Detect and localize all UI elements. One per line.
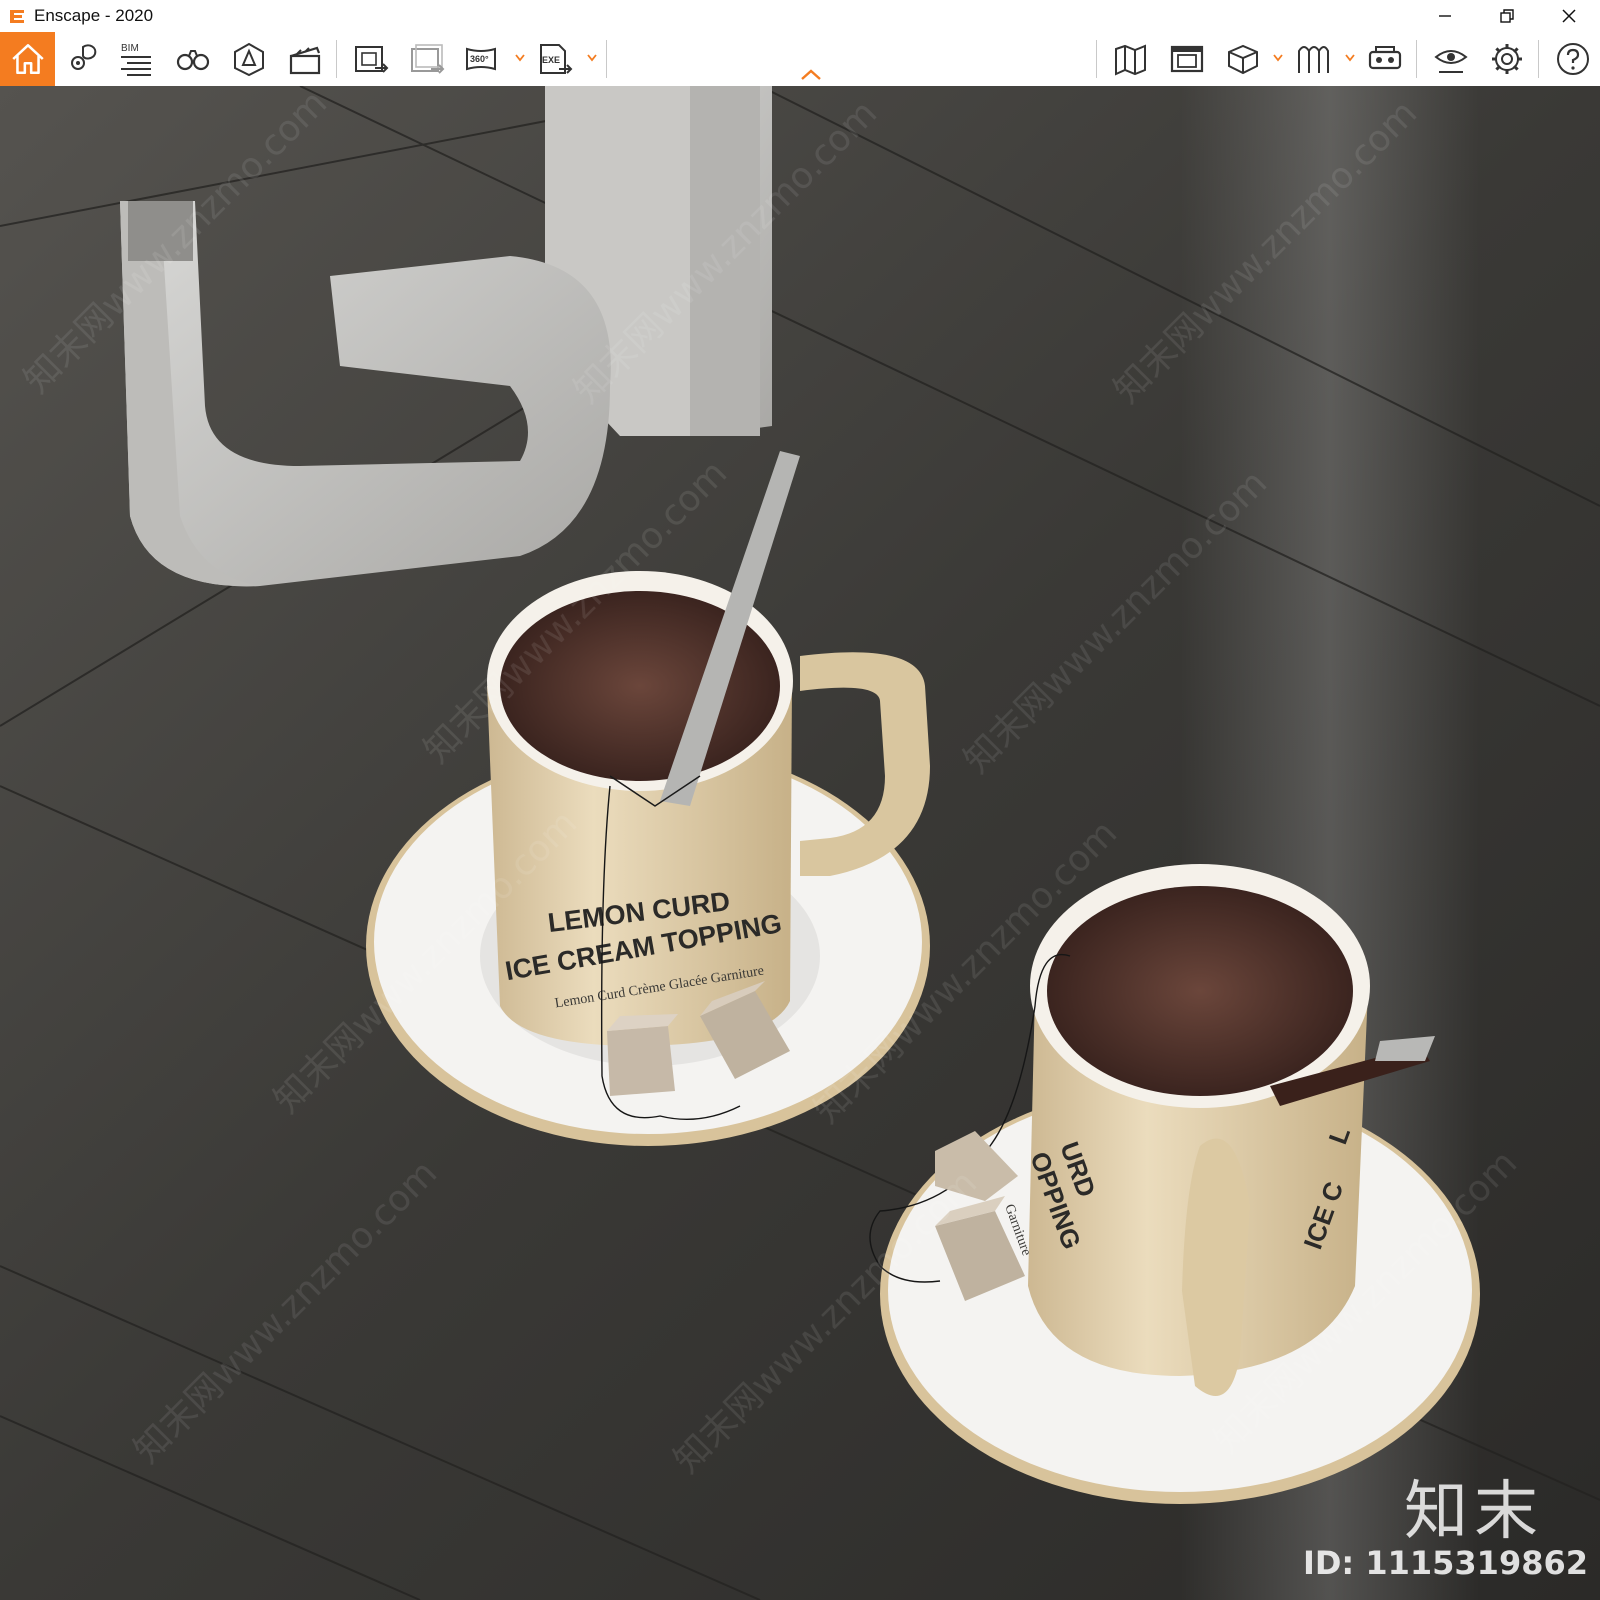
exe-export-icon: EXE — [540, 44, 573, 74]
vr-headset-button[interactable] — [1362, 37, 1408, 81]
help-icon — [1557, 43, 1589, 75]
window-controls — [1414, 0, 1600, 32]
clapperboard-icon — [289, 46, 321, 75]
render-image-button[interactable] — [348, 37, 394, 81]
batch-render-icon — [411, 44, 445, 74]
watermark-id: ID: 1115319862 — [1302, 1544, 1588, 1582]
watermark-brand: 知末 — [1404, 1475, 1544, 1549]
settings-button[interactable] — [1484, 37, 1530, 81]
home-button[interactable] — [0, 32, 55, 86]
toolbar-divider — [336, 40, 337, 78]
asset-dropdown[interactable] — [1272, 52, 1284, 64]
location-pin-icon — [71, 44, 97, 70]
panorama-dropdown[interactable] — [514, 52, 526, 64]
window-title: Enscape - 2020 — [34, 6, 154, 25]
exe-label: EXE — [542, 55, 560, 65]
asset-library-button[interactable] — [1220, 37, 1266, 81]
toolbar-divider — [1416, 40, 1417, 78]
binoculars-icon — [176, 50, 210, 71]
render-export-icon — [355, 46, 389, 73]
material-dropdown[interactable] — [1344, 52, 1356, 64]
toolbar-divider — [1096, 40, 1097, 78]
site-context-button[interactable] — [226, 37, 272, 81]
chevron-down-icon — [1273, 54, 1283, 62]
material-editor-button[interactable] — [1290, 37, 1336, 81]
video-editor-button[interactable] — [282, 37, 328, 81]
collapse-toolbar-icon[interactable] — [798, 68, 824, 82]
panorama-360-icon: 360° — [466, 47, 496, 71]
chevron-down-icon — [515, 54, 525, 62]
render-viewport[interactable]: LEMON CURD ICE CREAM TOPPING Lemon Curd … — [0, 86, 1600, 1600]
title-bar: Enscape - 2020 — [0, 0, 1600, 32]
exe-dropdown[interactable] — [586, 52, 598, 64]
close-icon — [1562, 9, 1576, 23]
binoculars-button[interactable] — [170, 37, 216, 81]
views-icon — [1170, 45, 1204, 73]
map-icon — [1115, 44, 1146, 76]
material-editor-icon — [1298, 46, 1329, 73]
toolbar-divider — [606, 40, 607, 78]
eye-settings-icon — [1434, 50, 1468, 73]
minimize-icon — [1439, 15, 1451, 17]
bim-label: BIM — [121, 43, 139, 54]
batch-render-button[interactable] — [404, 37, 450, 81]
chevron-down-icon — [1345, 54, 1355, 62]
restore-icon — [1500, 9, 1514, 23]
bim-icon: BIM — [121, 43, 151, 76]
enscape-logo-icon — [6, 5, 28, 27]
close-button[interactable] — [1538, 0, 1600, 32]
chevron-down-icon — [587, 54, 597, 62]
map-button[interactable] — [1108, 37, 1154, 81]
home-icon — [11, 44, 44, 74]
visual-settings-button[interactable] — [1428, 37, 1474, 81]
enscape-toolbar: BIM 360° EXE — [0, 32, 1600, 87]
views-button[interactable] — [1164, 37, 1210, 81]
exe-export-button[interactable]: EXE — [532, 37, 578, 81]
bim-button[interactable]: BIM — [114, 37, 160, 81]
location-button[interactable] — [60, 37, 106, 81]
restore-button[interactable] — [1476, 0, 1538, 32]
vr-headset-icon — [1368, 46, 1402, 70]
panorama-button[interactable]: 360° — [460, 37, 506, 81]
help-button[interactable] — [1550, 37, 1596, 81]
toolbar-divider — [1538, 40, 1539, 78]
minimize-button[interactable] — [1414, 0, 1476, 32]
panorama-label: 360° — [470, 54, 489, 64]
site-context-icon — [234, 42, 264, 77]
cube-icon — [1228, 44, 1258, 75]
gear-icon — [1492, 44, 1522, 74]
